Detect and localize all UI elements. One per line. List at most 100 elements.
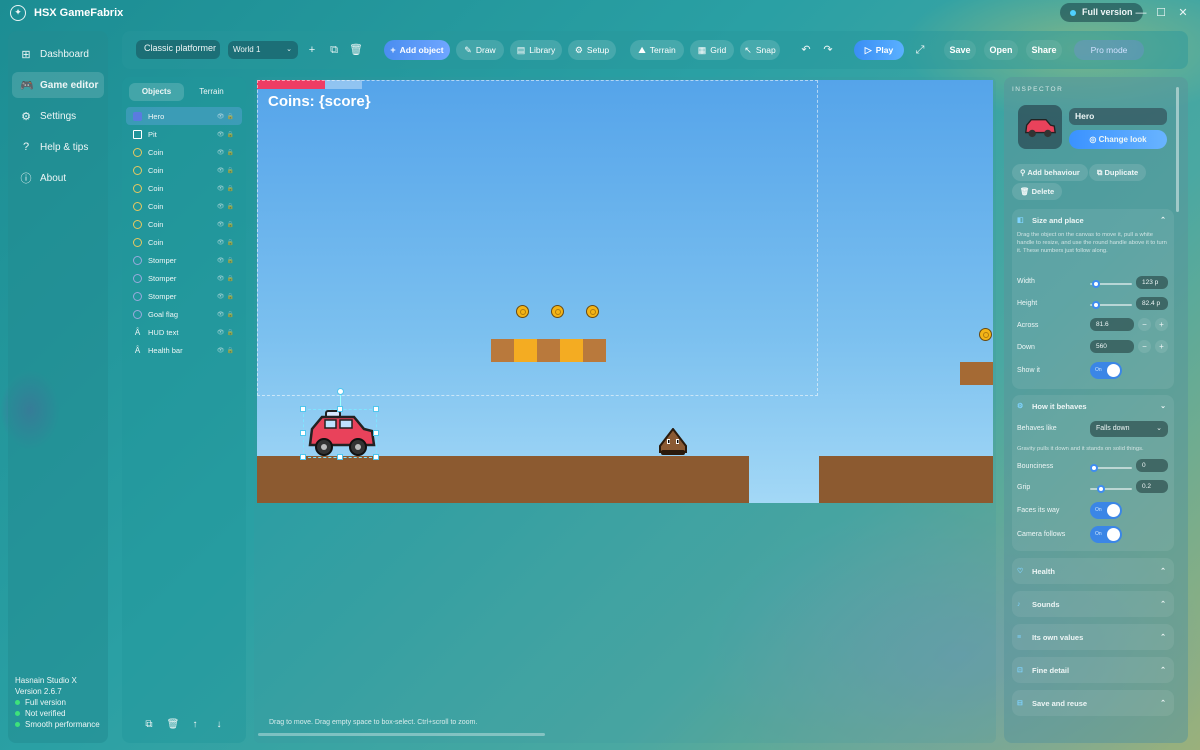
- duplicate-button[interactable]: ⧉ Duplicate: [1089, 164, 1147, 181]
- slider-knob[interactable]: [1092, 280, 1100, 288]
- visibility-lock-icon[interactable]: 👁🔒: [217, 239, 236, 246]
- add-world-icon[interactable]: +: [304, 41, 320, 59]
- visibility-lock-icon[interactable]: 👁🔒: [217, 167, 236, 174]
- behaves-like-select[interactable]: Falls down ⌄: [1090, 421, 1168, 437]
- down-decrement[interactable]: −: [1138, 340, 1151, 353]
- grip-slider[interactable]: [1090, 485, 1132, 493]
- nav-about[interactable]: ⓘ About: [12, 165, 104, 191]
- object-name-field[interactable]: Hero: [1069, 108, 1167, 125]
- undo-icon[interactable]: ↶: [798, 41, 814, 59]
- object-item[interactable]: Stomper 👁🔒: [126, 251, 242, 269]
- ground-right[interactable]: [819, 456, 993, 503]
- minimize-button[interactable]: —: [1133, 5, 1149, 21]
- object-item[interactable]: Stomper 👁🔒: [126, 269, 242, 287]
- resize-handle[interactable]: [373, 430, 379, 436]
- copy-world-icon[interactable]: ⧉: [326, 41, 342, 59]
- canvas-scrollbar[interactable]: [258, 733, 545, 736]
- snap-button[interactable]: ↖ Snap: [740, 40, 780, 60]
- object-item[interactable]: Coin 👁🔒: [126, 179, 242, 197]
- slider-knob[interactable]: [1090, 464, 1098, 472]
- duplicate-object-icon[interactable]: ⧉: [141, 717, 157, 733]
- ledge[interactable]: [960, 362, 993, 385]
- visibility-lock-icon[interactable]: 👁🔒: [217, 185, 236, 192]
- resize-handle[interactable]: [300, 454, 306, 460]
- save-button[interactable]: Save: [944, 40, 976, 60]
- visibility-lock-icon[interactable]: 👁🔒: [217, 329, 236, 336]
- pro-mode-button[interactable]: Pro mode: [1074, 40, 1144, 60]
- save-reuse-section[interactable]: ⊟ Save and reuse ⌃: [1012, 690, 1174, 716]
- bounciness-field[interactable]: 0: [1136, 459, 1168, 472]
- object-item[interactable]: Coin 👁🔒: [126, 233, 242, 251]
- bounciness-slider[interactable]: [1090, 464, 1132, 472]
- change-look-button[interactable]: ◎ Change look: [1069, 130, 1167, 149]
- visibility-lock-icon[interactable]: 👁🔒: [217, 347, 236, 354]
- coin[interactable]: [551, 305, 564, 318]
- coin[interactable]: [586, 305, 599, 318]
- faces-toggle[interactable]: On: [1090, 502, 1122, 519]
- license-badge[interactable]: Full version: [1060, 3, 1143, 22]
- ground-left[interactable]: [257, 456, 749, 503]
- height-slider[interactable]: [1090, 301, 1132, 309]
- object-item[interactable]: Stomper 👁🔒: [126, 287, 242, 305]
- tab-terrain[interactable]: Terrain: [184, 83, 239, 101]
- visibility-lock-icon[interactable]: 👁🔒: [217, 113, 236, 120]
- move-up-icon[interactable]: ↑: [187, 717, 203, 733]
- object-item[interactable]: Coin 👁🔒: [126, 215, 242, 233]
- visibility-lock-icon[interactable]: 👁🔒: [217, 149, 236, 156]
- resize-handle[interactable]: [337, 406, 343, 412]
- stomper-enemy[interactable]: [658, 428, 688, 456]
- delete-object-icon[interactable]: 🗑: [165, 717, 181, 733]
- fullscreen-icon[interactable]: ⤢: [912, 41, 928, 59]
- move-down-icon[interactable]: ↓: [211, 717, 227, 733]
- resize-handle[interactable]: [373, 406, 379, 412]
- tab-objects[interactable]: Objects: [129, 83, 184, 101]
- maximize-button[interactable]: ☐: [1153, 5, 1169, 21]
- project-name[interactable]: Classic platformer: [136, 40, 220, 59]
- platform-brick[interactable]: [560, 339, 583, 362]
- draw-button[interactable]: ✎ Draw: [456, 40, 504, 60]
- nav-dashboard[interactable]: ⊞ Dashboard: [12, 41, 104, 67]
- object-item[interactable]: Pit 👁🔒: [126, 125, 242, 143]
- object-item[interactable]: Coin 👁🔒: [126, 161, 242, 179]
- game-canvas[interactable]: Coins: {score}: [257, 80, 993, 503]
- redo-icon[interactable]: ↷: [820, 41, 836, 59]
- width-field[interactable]: 123 p: [1136, 276, 1168, 289]
- slider-knob[interactable]: [1092, 301, 1100, 309]
- object-item[interactable]: Coin 👁🔒: [126, 143, 242, 161]
- play-button[interactable]: ▷ Play: [854, 40, 904, 60]
- visibility-lock-icon[interactable]: 👁🔒: [217, 203, 236, 210]
- platform-brick[interactable]: [491, 339, 514, 362]
- grid-button[interactable]: ▦ Grid: [690, 40, 734, 60]
- world-select[interactable]: World 1 ⌄: [228, 41, 298, 59]
- camera-toggle[interactable]: On: [1090, 526, 1122, 543]
- object-item[interactable]: Hero 👁🔒: [126, 107, 242, 125]
- inspector-scrollbar[interactable]: [1176, 87, 1179, 212]
- show-toggle[interactable]: On: [1090, 362, 1122, 379]
- behaviour-header[interactable]: ⚙ How it behaves ⌄: [1012, 395, 1174, 417]
- delete-button[interactable]: 🗑 Delete: [1012, 183, 1063, 200]
- grip-field[interactable]: 0.2: [1136, 480, 1168, 493]
- object-item[interactable]: Goal flag 👁🔒: [126, 305, 242, 323]
- nav-help[interactable]: ? Help & tips: [12, 134, 104, 160]
- health-section[interactable]: ♡ Health ⌃: [1012, 558, 1174, 584]
- nav-settings[interactable]: ⚙ Settings: [12, 103, 104, 129]
- add-behaviour-button[interactable]: ⚲ Add behaviour: [1012, 164, 1088, 181]
- close-button[interactable]: ✕: [1175, 5, 1191, 21]
- platform-brick[interactable]: [583, 339, 606, 362]
- add-object-button[interactable]: + Add object: [384, 40, 450, 60]
- resize-handle[interactable]: [300, 406, 306, 412]
- resize-handle[interactable]: [300, 430, 306, 436]
- width-slider[interactable]: [1090, 280, 1132, 288]
- visibility-lock-icon[interactable]: 👁🔒: [217, 131, 236, 138]
- down-increment[interactable]: +: [1155, 340, 1168, 353]
- visibility-lock-icon[interactable]: 👁🔒: [217, 293, 236, 300]
- object-item[interactable]: Ȃ Health bar 👁🔒: [126, 341, 242, 359]
- visibility-lock-icon[interactable]: 👁🔒: [217, 221, 236, 228]
- sounds-section[interactable]: ♪ Sounds ⌃: [1012, 591, 1174, 617]
- slider-knob[interactable]: [1097, 485, 1105, 493]
- size-place-header[interactable]: ◧ Size and place ⌃: [1012, 209, 1174, 231]
- object-item[interactable]: Coin 👁🔒: [126, 197, 242, 215]
- visibility-lock-icon[interactable]: 👁🔒: [217, 257, 236, 264]
- platform-brick[interactable]: [514, 339, 537, 362]
- visibility-lock-icon[interactable]: 👁🔒: [217, 311, 236, 318]
